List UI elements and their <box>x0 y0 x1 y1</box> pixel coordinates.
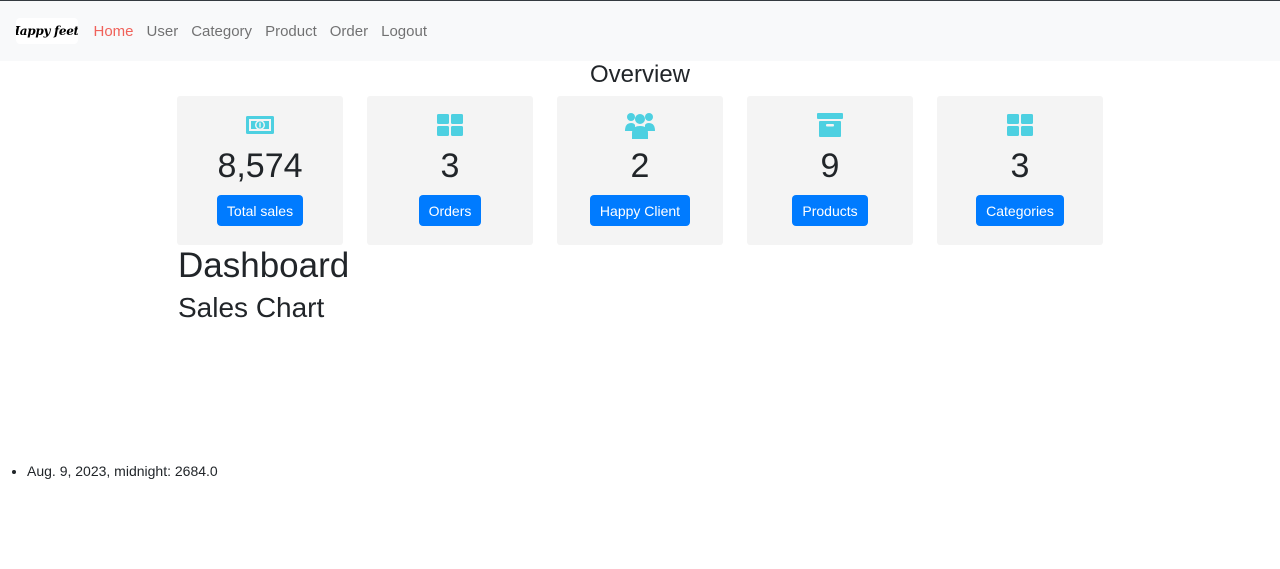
dashboard-title: Dashboard <box>178 246 350 285</box>
total-sales-value: 8,574 <box>217 147 303 185</box>
navbar: Happy feets Home User Category Product O… <box>0 1 1280 61</box>
card-total-sales: 8,574 Total sales <box>177 96 343 245</box>
card-happy-client: 2 Happy Client <box>557 96 723 245</box>
products-button[interactable]: Products <box>792 195 868 226</box>
products-value: 9 <box>820 147 840 185</box>
nav-logout[interactable]: Logout <box>375 23 434 40</box>
sales-list: Aug. 9, 2023, midnight: 2684.0 <box>0 462 218 480</box>
nav-product[interactable]: Product <box>259 23 324 40</box>
overview-cards: 8,574 Total sales 3 Orders 2 Happy Clien… <box>177 96 1103 245</box>
nav-user[interactable]: User <box>140 23 185 40</box>
card-products: 9 Products <box>747 96 913 245</box>
categories-button[interactable]: Categories <box>976 195 1064 226</box>
card-orders: 3 Orders <box>367 96 533 245</box>
brand-logo[interactable]: Happy feets <box>16 18 78 44</box>
users-icon <box>625 112 655 139</box>
grid-icon <box>437 112 463 138</box>
nav-category[interactable]: Category <box>185 23 259 40</box>
archive-box-icon <box>817 112 843 138</box>
sales-chart-title: Sales Chart <box>178 292 325 323</box>
orders-button[interactable]: Orders <box>418 195 482 226</box>
grid-icon <box>1007 112 1033 138</box>
happy-client-value: 2 <box>630 147 650 185</box>
card-categories: 3 Categories <box>937 96 1103 245</box>
categories-value: 3 <box>1010 147 1030 185</box>
total-sales-button[interactable]: Total sales <box>216 195 304 226</box>
list-item: Aug. 9, 2023, midnight: 2684.0 <box>27 462 218 480</box>
money-bill-icon <box>245 112 275 138</box>
nav-order[interactable]: Order <box>323 23 374 40</box>
orders-value: 3 <box>440 147 460 185</box>
happy-client-button[interactable]: Happy Client <box>589 195 691 226</box>
nav-home[interactable]: Home <box>87 23 140 40</box>
overview-title: Overview <box>589 61 691 88</box>
